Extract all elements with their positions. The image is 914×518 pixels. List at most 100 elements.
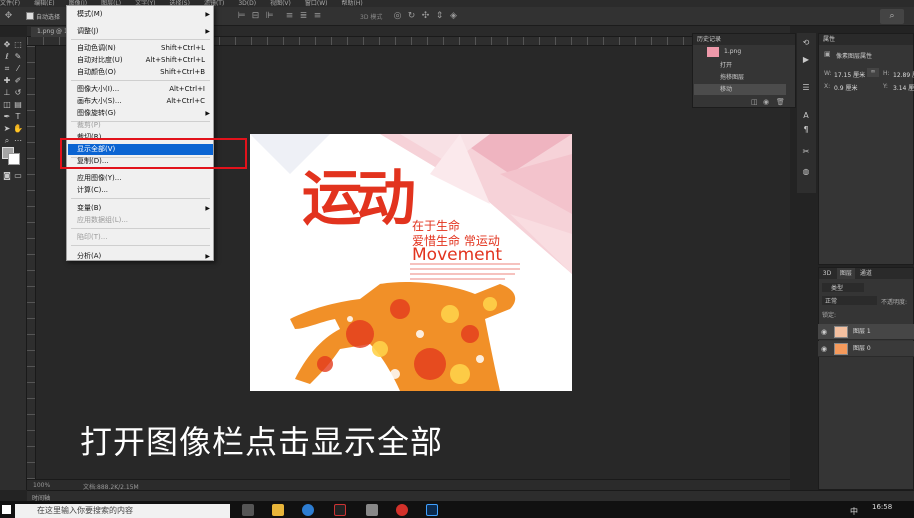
scale-3d-icon[interactable]: ◈	[448, 11, 459, 22]
paragraph-icon[interactable]: ¶	[801, 125, 811, 135]
width-value[interactable]: 17.15 厘米	[834, 70, 865, 79]
blend-mode-select[interactable]: 正常	[822, 296, 877, 305]
crop-tool-icon[interactable]: ⌗	[2, 64, 12, 74]
more-tools-icon[interactable]: ⋯	[13, 136, 23, 146]
properties-title[interactable]: 属性	[819, 34, 913, 45]
height-value[interactable]: 12.89 厘米	[893, 70, 914, 79]
photos-icon[interactable]	[366, 504, 378, 516]
menu-item[interactable]: 应用图像(Y)...	[68, 173, 213, 184]
move-tool-icon[interactable]: ✥	[3, 11, 14, 22]
lasso-tool-icon[interactable]: ℓ	[2, 52, 12, 62]
clock[interactable]: 16:58	[872, 503, 892, 511]
align-right-icon[interactable]: ⊫	[264, 11, 275, 22]
align-left-icon[interactable]: ⊨	[236, 11, 247, 22]
eraser-icon[interactable]: ◫	[2, 100, 12, 110]
menu-0[interactable]: 文件(F)	[0, 0, 20, 7]
zoom-level[interactable]: 100%	[33, 482, 50, 489]
link-icon[interactable]: ∞	[867, 68, 879, 77]
auto-select-checkbox[interactable]	[26, 12, 34, 20]
swatches-icon[interactable]: ◍	[801, 167, 811, 177]
taskbar-search-input[interactable]: 在这里输入你要搜索的内容	[15, 504, 230, 518]
task-view-icon[interactable]	[242, 504, 254, 516]
eyedropper-icon[interactable]: ⁄	[13, 64, 23, 74]
poster-image[interactable]: 运动 在于生命 爱惜生命 常运动 Movement	[250, 134, 572, 391]
tab-channels[interactable]: 通道	[857, 268, 875, 279]
visibility-eye-icon[interactable]: ◉	[821, 344, 827, 354]
edge-icon[interactable]	[302, 504, 314, 516]
type-tool-icon[interactable]: T	[13, 112, 23, 122]
menu-item[interactable]: 陷印(T)...	[68, 232, 213, 243]
screen-mode-icon[interactable]: ▭	[13, 171, 23, 181]
properties-icon[interactable]: ☰	[801, 83, 811, 93]
distribute-top-icon[interactable]: ≡	[284, 11, 295, 22]
quick-select-icon[interactable]: ✎	[13, 52, 23, 62]
background-color[interactable]	[8, 153, 20, 165]
menu-item[interactable]: 裁剪(P)	[68, 120, 213, 131]
marquee-tool-icon[interactable]: ⬚	[13, 40, 23, 50]
menu-item[interactable]: 计算(C)...	[68, 185, 213, 196]
move-tool-icon[interactable]: ✥	[2, 40, 12, 50]
brush-tool-icon[interactable]: ✐	[13, 76, 23, 86]
menu-1[interactable]: 编辑(E)	[34, 0, 54, 7]
history-row[interactable]: 打开	[694, 60, 786, 71]
menu-item[interactable]: 应用数据组(L)...	[68, 215, 213, 226]
new-snapshot-icon[interactable]: ◫	[751, 98, 758, 106]
menu-item[interactable]: 画布大小(S)... Alt+Ctrl+C	[68, 96, 213, 107]
visibility-eye-icon[interactable]: ◉	[821, 327, 827, 337]
ime-indicator[interactable]: 中	[850, 506, 858, 517]
history-row[interactable]: 移动	[694, 84, 786, 95]
menu-separator	[71, 80, 210, 81]
media-icon[interactable]	[396, 504, 408, 516]
photoshop-icon[interactable]	[426, 504, 438, 516]
menu-10[interactable]: 帮助(H)	[342, 0, 363, 7]
file-explorer-icon[interactable]	[272, 504, 284, 516]
search-icon[interactable]: ⌕	[880, 9, 904, 24]
menu-item[interactable]: 图像旋转(G) ▶	[68, 108, 213, 119]
history-icon[interactable]: ⟲	[801, 38, 811, 48]
menu-9[interactable]: 窗口(W)	[305, 0, 328, 7]
zoom-tool-icon[interactable]: ⌕	[2, 136, 12, 146]
menu-8[interactable]: 视图(V)	[270, 0, 291, 7]
trash-icon[interactable]: 🗑	[776, 98, 785, 106]
menu-item[interactable]: 自动颜色(O) Shift+Ctrl+B	[68, 67, 213, 78]
tool-presets-icon[interactable]: ✂	[801, 147, 811, 157]
hand-tool-icon[interactable]: ✋	[13, 124, 23, 134]
menu-item[interactable]: 自动对比度(U) Alt+Shift+Ctrl+L	[68, 55, 213, 66]
history-title[interactable]: 历史记录	[693, 34, 795, 45]
align-center-icon[interactable]: ⊟	[250, 11, 261, 22]
history-brush-icon[interactable]: ↺	[13, 88, 23, 98]
path-select-icon[interactable]: ➤	[2, 124, 12, 134]
qq-icon[interactable]	[334, 504, 346, 516]
character-icon[interactable]: A	[801, 111, 811, 121]
slide-3d-icon[interactable]: ⇕	[434, 11, 445, 22]
tab-3d[interactable]: 3D	[819, 268, 835, 279]
layer-row[interactable]: ◉ 图层 1	[818, 324, 914, 340]
healing-brush-icon[interactable]: ✚	[2, 76, 12, 86]
menu-item[interactable]: 调整(J) ▶	[68, 26, 213, 37]
layer-kind-filter[interactable]: 类型	[822, 283, 864, 292]
distribute-bottom-icon[interactable]: ≡	[312, 11, 323, 22]
menu-item[interactable]: 模式(M) ▶	[68, 9, 213, 20]
pen-tool-icon[interactable]: ✒	[2, 112, 12, 122]
camera-icon[interactable]: ◉	[763, 98, 769, 106]
menu-7[interactable]: 3D(D)	[238, 0, 256, 7]
pan-3d-icon[interactable]: ✣	[420, 11, 431, 22]
x-value[interactable]: 0.9 厘米	[834, 83, 857, 92]
layer-row[interactable]: ◉ 图层 0	[818, 341, 914, 357]
snapshot-label[interactable]: 1.png	[724, 48, 741, 55]
orbit-3d-icon[interactable]: ◎	[392, 11, 403, 22]
tab-layers[interactable]: 图层	[836, 268, 855, 279]
menu-item[interactable]: 自动色调(N) Shift+Ctrl+L	[68, 43, 213, 54]
clone-stamp-icon[interactable]: ⊥	[2, 88, 12, 98]
menu-item[interactable]: 变量(B) ▶	[68, 203, 213, 214]
history-row[interactable]: 拖移图层	[694, 72, 786, 83]
windows-start-icon[interactable]	[2, 505, 11, 514]
actions-icon[interactable]: ▶	[801, 55, 811, 65]
y-value[interactable]: 3.14 厘米	[893, 83, 914, 92]
roll-3d-icon[interactable]: ↻	[406, 11, 417, 22]
menu-item[interactable]: 分析(A) ▶	[68, 251, 213, 262]
menu-item[interactable]: 图像大小(I)... Alt+Ctrl+I	[68, 84, 213, 95]
gradient-icon[interactable]: ▤	[13, 100, 23, 110]
distribute-mid-icon[interactable]: ≣	[298, 11, 309, 22]
quick-mask-icon[interactable]: ◙	[2, 171, 12, 181]
